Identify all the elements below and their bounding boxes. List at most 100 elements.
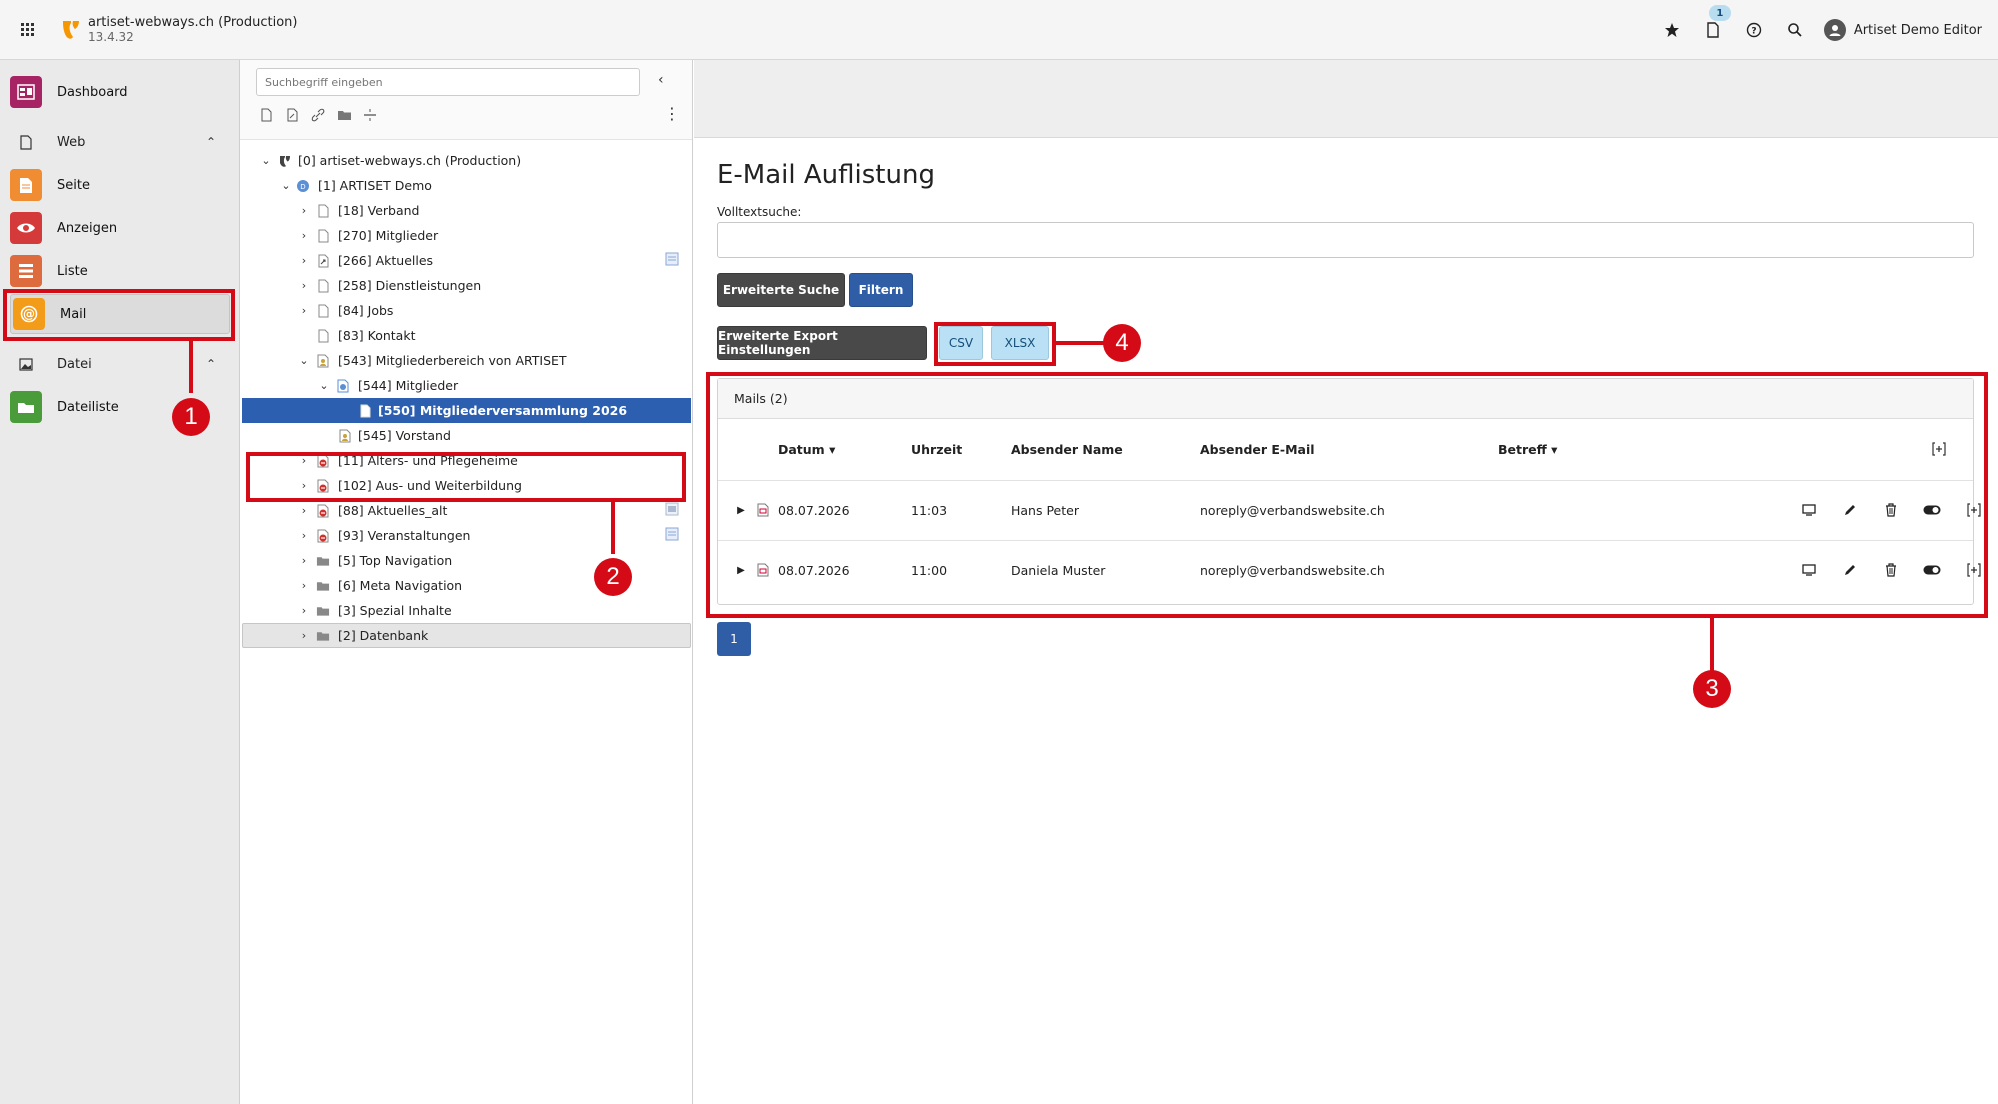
- tree-item[interactable]: › [102] Aus- und Weiterbildung: [242, 473, 691, 498]
- export-csv-button[interactable]: CSV: [939, 326, 983, 360]
- column-header-betreff[interactable]: Betreff ▾: [1498, 442, 1557, 457]
- expand-row-icon[interactable]: ▶: [732, 561, 750, 579]
- tree-item[interactable]: › [258] Dienstleistungen: [242, 273, 691, 298]
- tree-item[interactable]: [545] Vorstand: [242, 423, 691, 448]
- edit-pencil-icon[interactable]: [1841, 561, 1859, 579]
- expand-row-icon[interactable]: ▶: [732, 501, 750, 519]
- module-liste[interactable]: Liste: [10, 251, 230, 291]
- advanced-search-button[interactable]: Erweiterte Suche: [717, 273, 845, 307]
- link-icon[interactable]: [310, 106, 326, 124]
- apps-grid-icon[interactable]: [0, 0, 56, 60]
- chevron-right-icon[interactable]: ›: [298, 204, 310, 217]
- tree-item[interactable]: › [270] Mitglieder: [242, 223, 691, 248]
- tree-item[interactable]: › [88] Aktuelles_alt: [242, 498, 691, 523]
- chevron-down-icon[interactable]: ⌄: [298, 354, 310, 367]
- export-settings-button[interactable]: Erweiterte Export Einstellungen: [717, 326, 927, 360]
- chevron-right-icon[interactable]: ›: [298, 479, 310, 492]
- delete-trash-icon[interactable]: [1882, 561, 1900, 579]
- mail-at-icon: @: [13, 298, 45, 330]
- tree-item[interactable]: ⌄ D [1] ARTISET Demo: [242, 173, 691, 198]
- table-row[interactable]: ▶ 08.07.2026 11:03 Hans Peter noreply@ve…: [718, 480, 1981, 540]
- page-icon: [358, 403, 372, 419]
- document-icon[interactable]: 1: [1693, 0, 1734, 60]
- chevron-left-icon[interactable]: ‹: [658, 72, 664, 88]
- user-avatar-icon: [1823, 19, 1846, 41]
- module-group-web[interactable]: Web ⌃: [10, 126, 230, 158]
- access-restricted-page-icon: [316, 353, 330, 369]
- svg-text:D: D: [300, 183, 305, 191]
- hidden-page-icon: [316, 503, 330, 519]
- module-anzeigen[interactable]: Anzeigen: [10, 208, 230, 248]
- chevron-right-icon[interactable]: ›: [298, 229, 310, 242]
- tree-item[interactable]: › [266] Aktuelles: [242, 248, 691, 273]
- chevron-right-icon[interactable]: ›: [298, 304, 310, 317]
- chevron-right-icon[interactable]: ›: [298, 454, 310, 467]
- toggle-visibility-icon[interactable]: [1923, 501, 1941, 519]
- toggle-visibility-icon[interactable]: [1923, 561, 1941, 579]
- module-group-web-label: Web: [57, 134, 86, 150]
- pagination-page[interactable]: 1: [717, 622, 751, 656]
- annotation-marker-4: 4: [1103, 324, 1141, 362]
- module-group-datei-label: Datei: [57, 356, 92, 372]
- export-xlsx-button[interactable]: XLSX: [991, 326, 1049, 360]
- page-icon: [10, 134, 42, 150]
- tree-item[interactable]: › [11] Alters- und Pflegeheime: [242, 448, 691, 473]
- chevron-right-icon[interactable]: ›: [298, 554, 310, 567]
- tree-item[interactable]: ⌄ [543] Mitgliederbereich von ARTISET: [242, 348, 691, 373]
- chevron-right-icon[interactable]: ›: [298, 604, 310, 617]
- more-fields-icon[interactable]: [1965, 561, 1983, 579]
- tree-item-selected[interactable]: [550] Mitgliederversammlung 2026: [242, 398, 691, 423]
- module-seite[interactable]: Seite: [10, 165, 230, 205]
- tree-item[interactable]: › [84] Jobs: [242, 298, 691, 323]
- content-element-icon: [665, 502, 679, 519]
- tree-search-input[interactable]: [256, 68, 640, 96]
- chevron-right-icon[interactable]: ›: [298, 579, 310, 592]
- delete-trash-icon[interactable]: [1882, 501, 1900, 519]
- column-header-uhrzeit[interactable]: Uhrzeit: [911, 442, 962, 457]
- filter-button[interactable]: Filtern: [849, 273, 913, 307]
- new-shortcut-icon[interactable]: [284, 106, 300, 124]
- module-group-datei[interactable]: Datei ⌃: [10, 348, 230, 380]
- chevron-right-icon[interactable]: ›: [298, 504, 310, 517]
- view-icon[interactable]: [1800, 561, 1818, 579]
- module-mail[interactable]: @ Mail: [10, 294, 230, 334]
- chevron-down-icon[interactable]: ⌄: [260, 154, 272, 167]
- tree-item[interactable]: ⌄ [0] artiset-webways.ch (Production): [242, 148, 691, 173]
- help-icon[interactable]: ?: [1734, 0, 1775, 60]
- star-icon[interactable]: [1652, 0, 1693, 60]
- shortcut-page-icon: [316, 253, 330, 269]
- chevron-down-icon[interactable]: ⌄: [280, 179, 292, 192]
- tree-item[interactable]: › [3] Spezial Inhalte: [242, 598, 691, 623]
- more-options-icon[interactable]: ⋮: [664, 104, 680, 123]
- view-icon[interactable]: [1800, 501, 1818, 519]
- chevron-right-icon[interactable]: ›: [298, 279, 310, 292]
- typo3-logo-icon[interactable]: [56, 19, 86, 41]
- column-header-absender-email[interactable]: Absender E-Mail: [1200, 442, 1315, 457]
- user-menu[interactable]: Artiset Demo Editor: [1816, 19, 1982, 41]
- edit-pencil-icon[interactable]: [1841, 501, 1859, 519]
- chevron-down-icon[interactable]: ⌄: [318, 379, 330, 392]
- table-row[interactable]: ▶ 08.07.2026 11:00 Daniela Muster norepl…: [718, 540, 1981, 600]
- tree-item-label: [18] Verband: [338, 203, 420, 218]
- module-dashboard[interactable]: Dashboard: [10, 72, 230, 112]
- tree-item-label: [545] Vorstand: [358, 428, 451, 443]
- tree-item[interactable]: ⌄ [544] Mitglieder: [242, 373, 691, 398]
- search-icon[interactable]: [1775, 0, 1816, 60]
- new-page-icon[interactable]: [258, 106, 274, 124]
- hidden-page-icon: [316, 528, 330, 544]
- column-header-absender-name[interactable]: Absender Name: [1011, 442, 1123, 457]
- tree-item[interactable]: › [2] Datenbank: [242, 623, 691, 648]
- tree-item[interactable]: › [93] Veranstaltungen: [242, 523, 691, 548]
- cell-datum: 08.07.2026: [778, 503, 850, 518]
- column-header-datum[interactable]: Datum ▾: [778, 442, 835, 457]
- tree-item[interactable]: [83] Kontakt: [242, 323, 691, 348]
- chevron-right-icon[interactable]: ›: [298, 254, 310, 267]
- divider-icon[interactable]: [362, 106, 378, 124]
- more-fields-icon[interactable]: [1965, 501, 1983, 519]
- chevron-right-icon[interactable]: ›: [298, 529, 310, 542]
- fulltext-search-input[interactable]: [717, 222, 1974, 258]
- folder-icon[interactable]: [336, 106, 352, 124]
- column-selector-icon[interactable]: [1930, 440, 1948, 458]
- chevron-right-icon[interactable]: ›: [298, 629, 310, 642]
- tree-item[interactable]: › [18] Verband: [242, 198, 691, 223]
